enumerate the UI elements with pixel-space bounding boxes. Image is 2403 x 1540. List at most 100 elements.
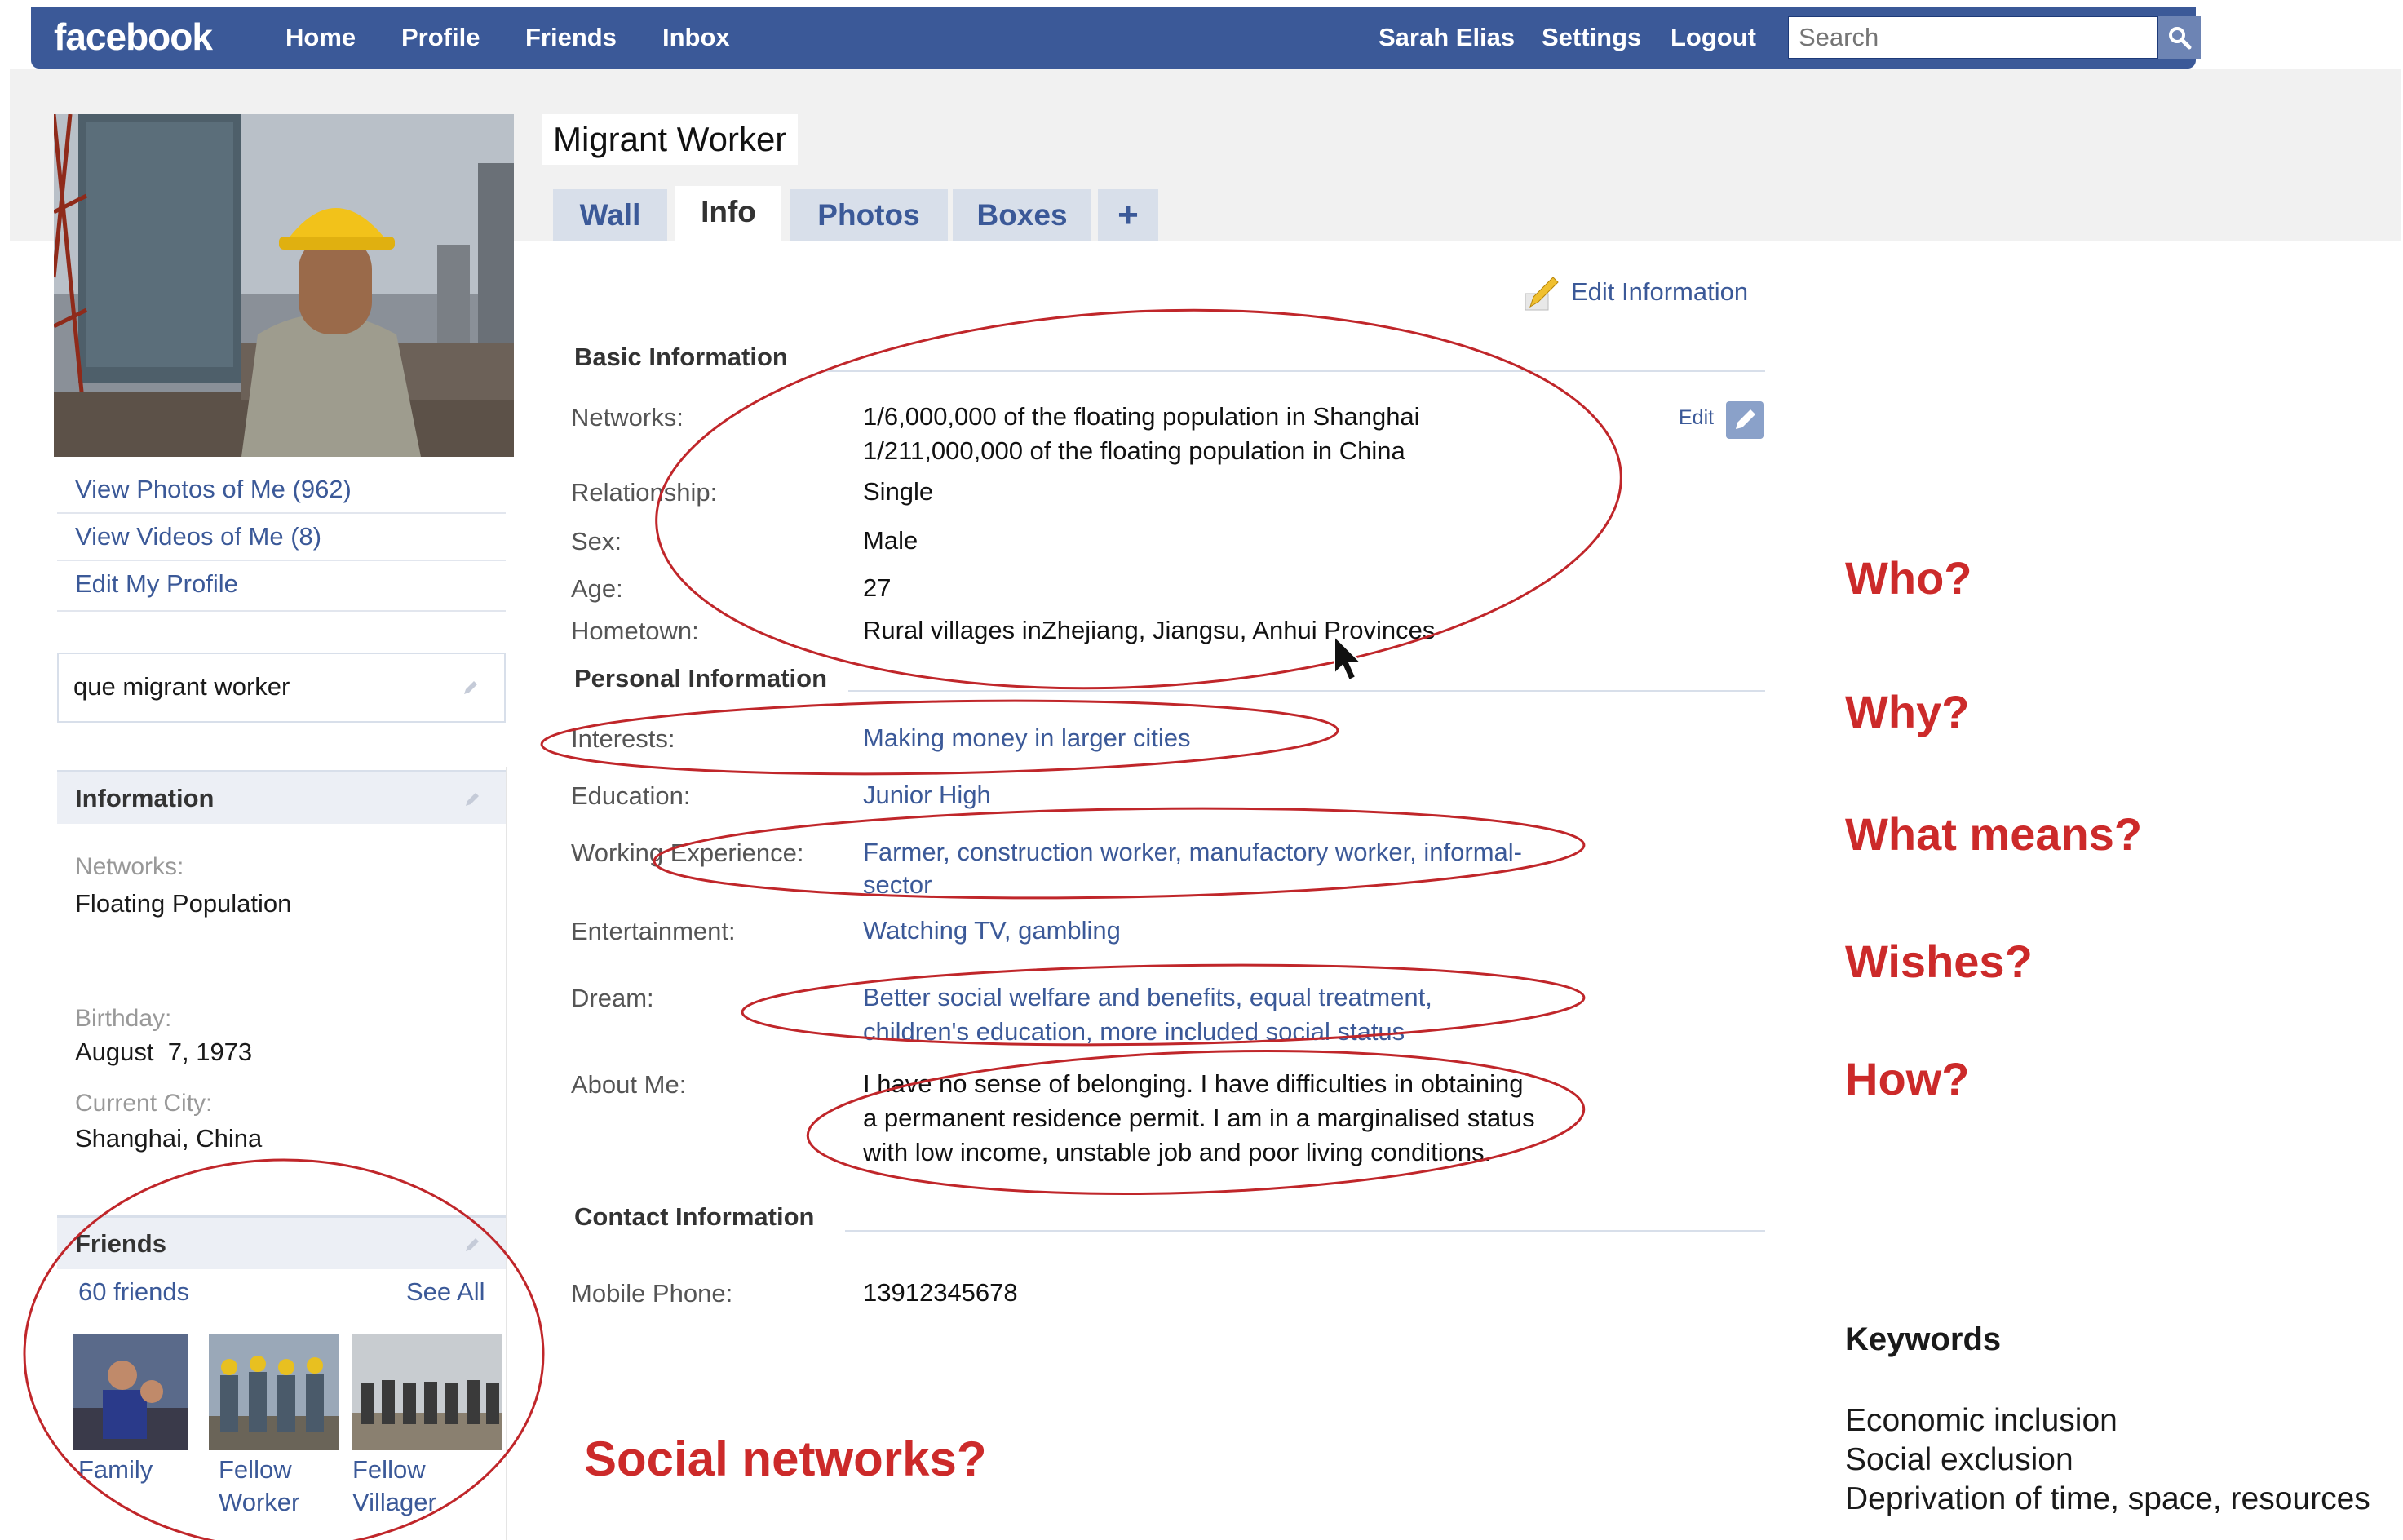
edit-basic-link[interactable]: Edit	[1679, 406, 1714, 430]
sidebar-border	[506, 767, 507, 1540]
age-value: 27	[863, 573, 892, 602]
status-text: que migrant worker	[73, 672, 290, 701]
friends-title: Friends	[75, 1229, 166, 1258]
info-birthday-value: August 7, 1973	[75, 1038, 253, 1066]
friend-label-worker-line2[interactable]: Worker	[219, 1488, 299, 1517]
section-divider	[848, 690, 1765, 692]
working-experience-label: Working Experience:	[571, 839, 804, 867]
friend-thumbnail-family[interactable]	[73, 1334, 188, 1450]
info-city-label: Current City:	[75, 1090, 213, 1117]
basic-information-title: Basic Information	[574, 343, 788, 371]
friend-label-worker-line1[interactable]: Fellow	[219, 1455, 292, 1485]
pencil-icon[interactable]	[463, 790, 481, 808]
tab-add[interactable]: +	[1098, 189, 1158, 241]
keyword-item: Economic inclusion	[1845, 1403, 2118, 1438]
divider	[57, 560, 506, 561]
edit-pencil-icon[interactable]	[1522, 274, 1561, 313]
nav-user-name[interactable]: Sarah Elias	[1379, 23, 1515, 52]
mobile-phone-value: 13912345678	[863, 1278, 1018, 1307]
personal-information-title: Personal Information	[574, 664, 828, 693]
edit-information-link[interactable]: Edit Information	[1571, 277, 1748, 307]
friend-thumbnail-fellow-worker[interactable]	[209, 1334, 339, 1450]
friend-label-family[interactable]: Family	[78, 1455, 153, 1485]
profile-name: Migrant Worker	[542, 114, 799, 165]
facebook-logo[interactable]: facebook	[54, 15, 213, 59]
about-me-line-3: with low income, unstable job and poor l…	[863, 1138, 1492, 1166]
view-videos-link[interactable]: View Videos of Me (8)	[75, 522, 321, 551]
relationship-value: Single	[863, 477, 934, 506]
entertainment-value[interactable]: Watching TV, gambling	[863, 914, 1121, 948]
view-photos-link[interactable]: View Photos of Me (962)	[75, 475, 352, 504]
divider	[57, 610, 506, 612]
section-divider	[845, 1230, 1765, 1232]
about-me-label: About Me:	[571, 1070, 687, 1099]
friend-thumbnail-fellow-villager[interactable]	[352, 1334, 502, 1450]
nav-inbox[interactable]: Inbox	[662, 23, 730, 52]
question-wishes: Wishes?	[1845, 936, 2033, 987]
question-who: Who?	[1845, 552, 1972, 604]
keyword-item: Deprivation of time, space, resources	[1845, 1481, 2370, 1516]
tab-photos[interactable]: Photos	[790, 189, 948, 241]
section-divider	[824, 370, 1765, 372]
friend-label-villager-line2[interactable]: Villager	[352, 1488, 436, 1517]
profile-photo[interactable]	[54, 114, 514, 457]
interests-label: Interests:	[571, 724, 675, 753]
see-all-link[interactable]: See All	[406, 1277, 485, 1307]
about-me-line-1: I have no sense of belonging. I have dif…	[863, 1069, 1524, 1098]
keyword-item: Social exclusion	[1845, 1442, 2073, 1477]
tab-wall[interactable]: Wall	[553, 189, 667, 241]
question-how: How?	[1845, 1053, 1970, 1104]
nav-profile[interactable]: Profile	[401, 23, 480, 52]
social-networks-question: Social networks?	[584, 1432, 987, 1486]
info-networks-label: Networks:	[75, 853, 184, 880]
sex-value: Male	[863, 526, 918, 555]
networks-line-2: 1/211,000,000 of the floating population…	[863, 436, 1405, 465]
entertainment-label: Entertainment:	[571, 917, 736, 945]
working-experience-line-1[interactable]: Farmer, construction worker, manufactory…	[863, 835, 1522, 870]
question-why: Why?	[1845, 686, 1970, 737]
education-value[interactable]: Junior High	[863, 778, 991, 812]
tab-boxes[interactable]: Boxes	[953, 189, 1091, 241]
information-title: Information	[75, 784, 215, 812]
nav-home[interactable]: Home	[285, 23, 356, 52]
contact-information-title: Contact Information	[574, 1202, 815, 1231]
question-what-means: What means?	[1845, 808, 2143, 860]
pencil-icon[interactable]	[462, 679, 480, 697]
dream-line-1[interactable]: Better social welfare and benefits, equa…	[863, 980, 1432, 1015]
nav-friends[interactable]: Friends	[525, 23, 617, 52]
education-label: Education:	[571, 781, 691, 810]
tab-info[interactable]: Info	[675, 186, 781, 241]
info-city-value: Shanghai, China	[75, 1124, 263, 1153]
friend-label-villager-line1[interactable]: Fellow	[352, 1455, 426, 1485]
search-icon	[2169, 27, 2192, 50]
info-networks-value: Floating Population	[75, 889, 292, 918]
working-experience-line-2[interactable]: sector	[863, 868, 932, 902]
dream-label: Dream:	[571, 984, 654, 1012]
divider	[57, 512, 506, 514]
search-field[interactable]	[1788, 16, 2158, 59]
pencil-icon	[1736, 409, 1755, 429]
status-box[interactable]: que migrant worker	[57, 653, 506, 723]
sex-label: Sex:	[571, 527, 622, 555]
about-me-line-2: a permanent residence permit. I am in a …	[863, 1104, 1535, 1132]
age-label: Age:	[571, 574, 623, 603]
keywords-title: Keywords	[1845, 1321, 2002, 1357]
friends-count-link[interactable]: 60 friends	[78, 1277, 189, 1307]
hometown-value: Rural villages inZhejiang, Jiangsu, Anhu…	[863, 616, 1436, 644]
edit-profile-link[interactable]: Edit My Profile	[75, 569, 238, 599]
edit-basic-button[interactable]	[1726, 401, 1764, 439]
nav-logout[interactable]: Logout	[1671, 23, 1756, 52]
networks-line-1: 1/6,000,000 of the floating population i…	[863, 402, 1420, 431]
ellipse-basic-info	[655, 308, 1622, 690]
top-navigation-bar: facebook Home Profile Friends Inbox Sara…	[31, 7, 2201, 69]
search-button[interactable]	[2158, 16, 2201, 59]
dream-line-2[interactable]: children's education, more included soci…	[863, 1015, 1405, 1049]
relationship-label: Relationship:	[571, 478, 718, 507]
information-panel-header: Information	[57, 770, 506, 824]
friends-panel-header: Friends	[57, 1215, 506, 1269]
pencil-icon[interactable]	[463, 1236, 481, 1254]
search-input[interactable]	[1789, 17, 2157, 58]
nav-settings[interactable]: Settings	[1542, 23, 1641, 52]
interests-value[interactable]: Making money in larger cities	[863, 721, 1190, 755]
info-birthday-label: Birthday:	[75, 1005, 172, 1032]
